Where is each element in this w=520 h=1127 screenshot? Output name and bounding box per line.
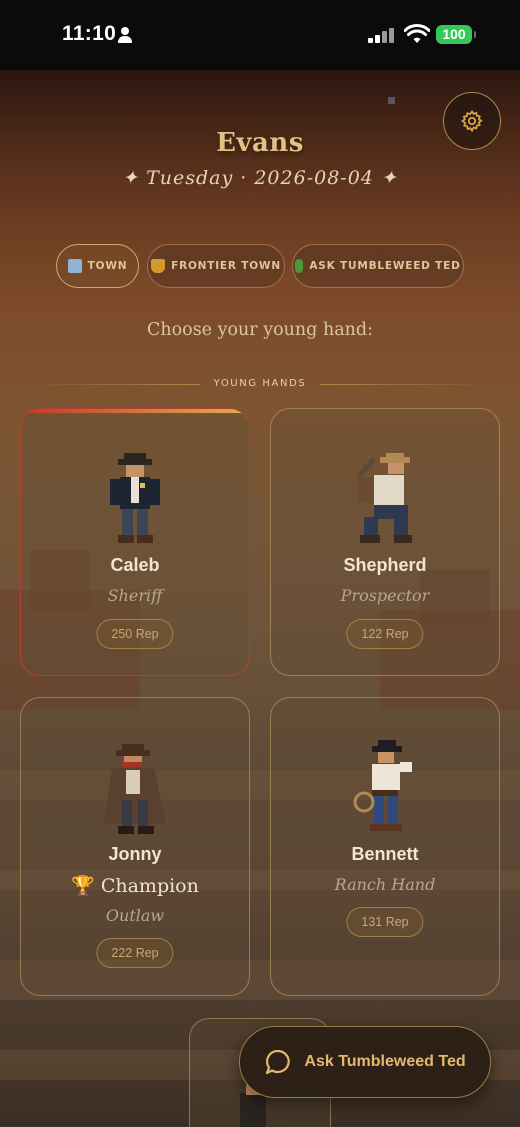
outlaw-sprite (104, 744, 166, 834)
hand-name: Shepherd (343, 555, 427, 575)
hand-name: Bennett (351, 844, 419, 864)
hand-name: Caleb (110, 555, 160, 575)
person-icon (118, 27, 132, 43)
hand-role: Prospector (340, 586, 430, 605)
hand-role: Outlaw (105, 906, 165, 925)
choose-prompt: Choose your young hand: (146, 320, 374, 340)
chip-label: TOWN (87, 260, 128, 272)
rep-badge: 250 Rep (96, 619, 174, 649)
rep-badge: 131 Rep (346, 907, 424, 937)
cactus-icon (295, 259, 304, 273)
chat-bubble-icon (266, 1049, 291, 1075)
rep-badge: 122 Rep (346, 619, 424, 649)
divider (320, 384, 492, 385)
rep-badge: 222 Rep (96, 938, 174, 968)
battery-indicator: 100 (436, 25, 476, 44)
champion-badge: 🏆 Champion (71, 875, 199, 897)
chip-label: FRONTIER TOWN (171, 260, 281, 272)
hand-role: Ranch Hand (334, 875, 436, 894)
chip-ask-tumbleweed-ted[interactable]: ASK TUMBLEWEED TED (292, 244, 464, 288)
ranch-hand-sprite (353, 740, 412, 831)
chip-frontier-town[interactable]: FRONTIER TOWN (147, 244, 285, 288)
status-bar: 11:10 100 (0, 0, 520, 70)
chip-town[interactable]: TOWN (56, 244, 139, 288)
date-subtitle: ✦ Tuesday · 2026-08-04 ✦ (122, 167, 398, 189)
sheriff-sprite (110, 453, 160, 543)
cellular-signal-icon (368, 28, 396, 43)
selected-indicator (21, 409, 249, 413)
hand-card-caleb[interactable]: Caleb Sheriff 250 Rep (20, 408, 250, 676)
hand-name: Jonny (108, 844, 162, 864)
wifi-icon (404, 24, 430, 43)
trophy-icon (151, 259, 166, 273)
pixel-bird (388, 97, 395, 104)
town-icon (67, 259, 82, 273)
hand-card-shepherd[interactable]: Shepherd Prospector 122 Rep (270, 408, 500, 676)
ask-tumbleweed-ted-button[interactable]: Ask Tumbleweed Ted (239, 1026, 491, 1098)
hand-card-bennett[interactable]: Bennett Ranch Hand 131 Rep (270, 697, 500, 996)
status-time: 11:10 (62, 22, 117, 45)
hand-card-jonny[interactable]: Jonny 🏆 Champion Outlaw 222 Rep (20, 697, 250, 996)
prospector-sprite (356, 453, 412, 543)
hand-role: Sheriff (107, 586, 163, 605)
ask-button-label: Ask Tumbleweed Ted (304, 1053, 466, 1070)
chip-label: ASK TUMBLEWEED TED (309, 260, 461, 272)
page-title: Evans (216, 128, 304, 158)
